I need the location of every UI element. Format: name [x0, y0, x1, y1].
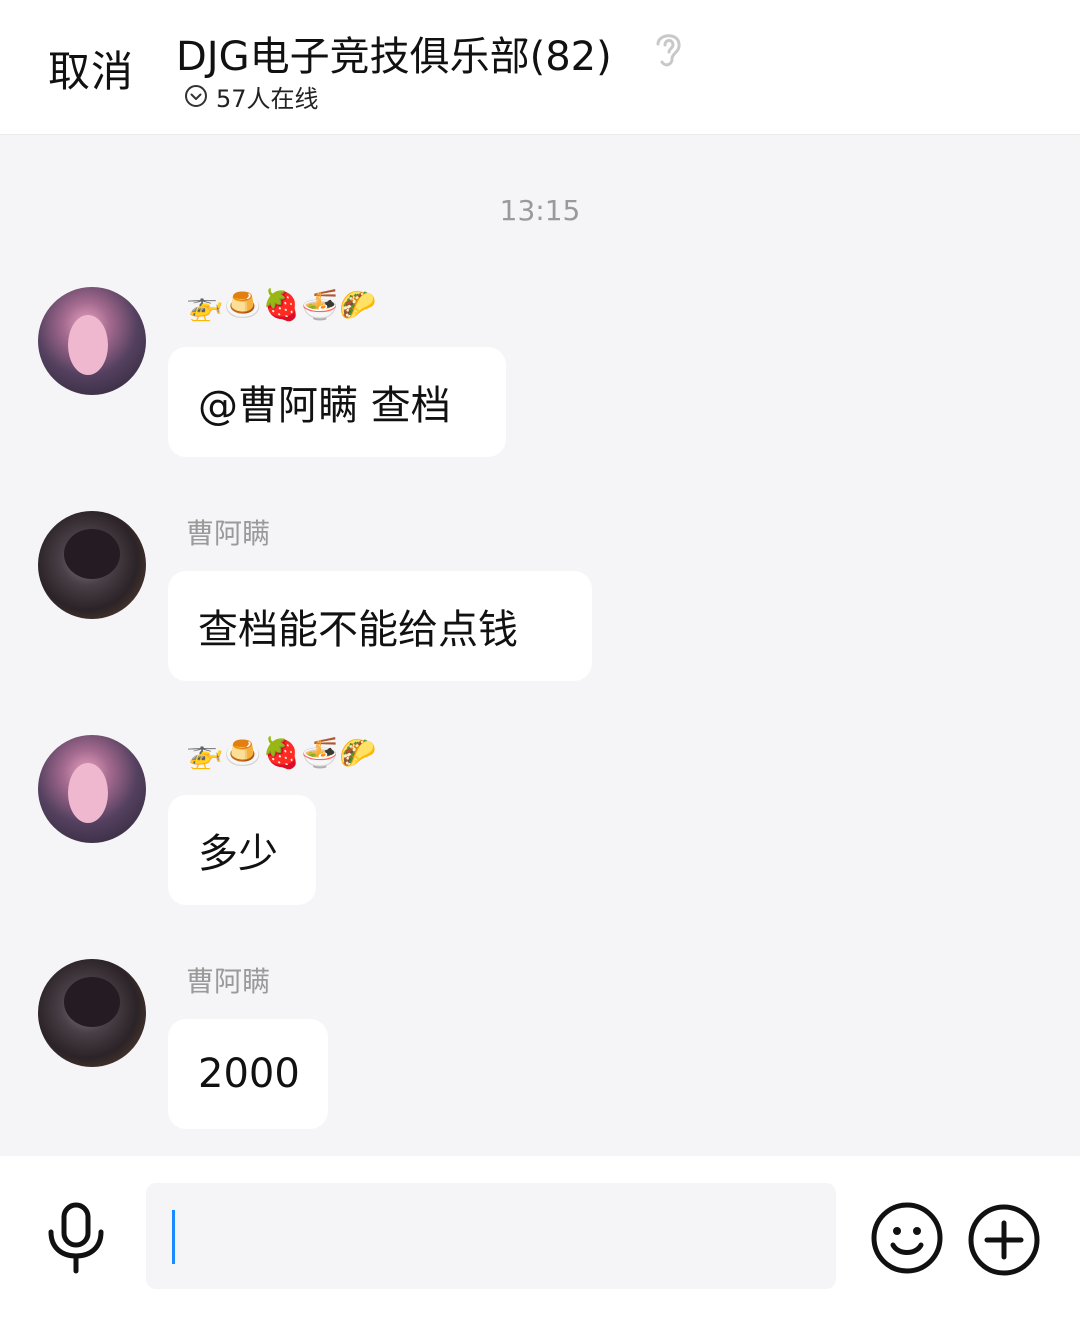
text-caret: [172, 1210, 175, 1264]
message-bubble[interactable]: 多少: [168, 795, 316, 905]
chevron-down-circle-icon: [185, 85, 207, 107]
plus-icon[interactable]: [967, 1203, 1041, 1277]
message-input[interactable]: [146, 1183, 836, 1289]
avatar[interactable]: [38, 511, 146, 619]
message-bubble[interactable]: 查档能不能给点钱: [168, 571, 592, 681]
avatar[interactable]: [38, 959, 146, 1067]
message-bubble[interactable]: 2000: [168, 1019, 328, 1129]
mic-icon[interactable]: [44, 1202, 108, 1274]
group-title[interactable]: DJG电子竞技俱乐部(82): [176, 24, 612, 82]
sender-name: 🚁🍮🍓🍜🌮: [186, 288, 378, 323]
sender-name: 曹阿瞒: [186, 965, 271, 998]
message-timestamp: 13:15: [499, 194, 581, 227]
ear-icon[interactable]: [650, 28, 686, 68]
chat-header: 取消 DJG电子竞技俱乐部(82) 57人在线: [0, 0, 1080, 135]
emoji-icon[interactable]: [870, 1201, 944, 1275]
avatar[interactable]: [38, 287, 146, 395]
avatar[interactable]: [38, 735, 146, 843]
sender-name: 🚁🍮🍓🍜🌮: [186, 736, 378, 771]
online-count: 57人在线: [216, 84, 319, 113]
cancel-button[interactable]: 取消: [48, 38, 134, 99]
message-bubble[interactable]: @曹阿瞒 查档: [168, 347, 506, 457]
sender-name: 曹阿瞒: [186, 517, 271, 550]
online-status[interactable]: 57人在线: [184, 80, 319, 113]
